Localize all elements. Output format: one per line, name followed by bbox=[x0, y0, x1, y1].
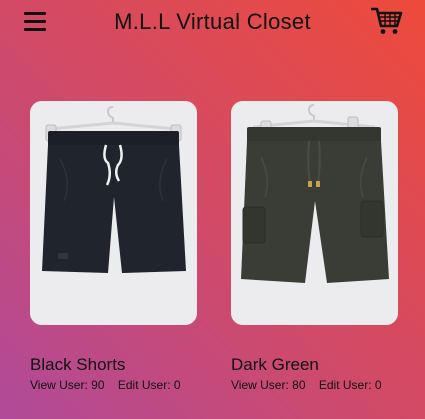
cart-button[interactable] bbox=[370, 6, 403, 36]
item-name: Dark Green bbox=[231, 355, 319, 374]
item-stats: View User: 90 Edit User: 0 bbox=[30, 378, 181, 392]
dark-green-shorts-image bbox=[231, 101, 398, 325]
edit-user-label: Edit User: bbox=[318, 378, 372, 392]
app-bar: M.L.L Virtual Closet bbox=[0, 0, 425, 48]
item-card-dark-green[interactable] bbox=[231, 101, 398, 325]
item-stats: View User: 80 Edit User: 0 bbox=[231, 378, 382, 392]
view-user-label: View User: bbox=[30, 378, 88, 392]
app-title: M.L.L Virtual Closet bbox=[114, 9, 311, 34]
item-name: Black Shorts bbox=[30, 355, 126, 374]
edit-user-label: Edit User: bbox=[117, 378, 171, 392]
view-user-label: View User: bbox=[231, 378, 289, 392]
black-shorts-image bbox=[30, 101, 197, 325]
shopping-cart-icon bbox=[370, 7, 403, 34]
item-card-black-shorts[interactable] bbox=[30, 101, 197, 325]
view-user-value: 90 bbox=[91, 378, 105, 392]
edit-user-value: 0 bbox=[173, 378, 181, 392]
view-user-value: 80 bbox=[292, 378, 306, 392]
edit-user-value: 0 bbox=[374, 378, 382, 392]
